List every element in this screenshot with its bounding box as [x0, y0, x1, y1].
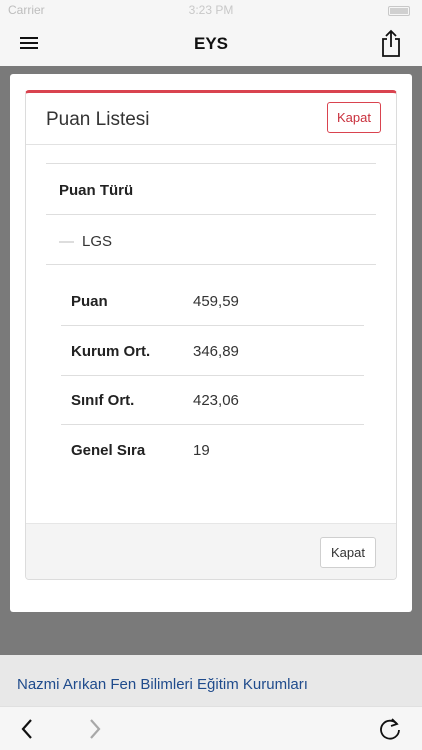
reload-icon[interactable]: [376, 715, 404, 743]
chevron-right-icon[interactable]: [80, 715, 108, 743]
page-title: EYS: [193, 34, 229, 53]
score-value-puan: 459,59: [193, 293, 239, 310]
score-type-item[interactable]: — LGS: [59, 233, 112, 250]
divider: [46, 214, 376, 215]
score-label-kurum-ort: Kurum Ort.: [71, 343, 151, 360]
clock-label: 3:23 PM: [188, 3, 234, 17]
divider: [46, 264, 376, 265]
share-icon[interactable]: [378, 28, 404, 58]
divider: [46, 163, 376, 164]
close-button-bottom[interactable]: Kapat: [320, 537, 376, 568]
score-value-genel-sira: 19: [193, 442, 210, 459]
institution-link[interactable]: Nazmi Arıkan Fen Bilimleri Eğitim Kuruml…: [17, 676, 308, 693]
modal-footer: Kapat: [26, 523, 396, 579]
dash-icon: —: [59, 233, 74, 250]
modal-title: Puan Listesi: [46, 109, 150, 130]
score-list-modal: Puan Listesi Kapat Puan Türü — LGS Puan 4…: [25, 90, 397, 580]
score-value-sinif-ort: 423,06: [193, 392, 239, 409]
score-value-kurum-ort: 346,89: [193, 343, 239, 360]
nav-bar: EYS: [0, 20, 422, 66]
score-label-puan: Puan: [71, 293, 108, 310]
status-bar: Carrier 3:23 PM: [0, 0, 422, 20]
browser-toolbar: [0, 706, 422, 750]
score-type-label: LGS: [82, 233, 113, 250]
score-label-genel-sira: Genel Sıra: [71, 442, 146, 459]
close-button-top[interactable]: Kapat: [327, 102, 381, 133]
divider: [61, 325, 364, 326]
divider: [61, 424, 364, 425]
divider: [61, 375, 364, 376]
battery-icon: [388, 6, 410, 16]
score-label-sinif-ort: Sınıf Ort.: [71, 392, 135, 409]
chevron-left-icon[interactable]: [14, 715, 42, 743]
modal-header: Puan Listesi Kapat: [26, 93, 396, 145]
score-type-header: Puan Türü: [59, 182, 134, 199]
